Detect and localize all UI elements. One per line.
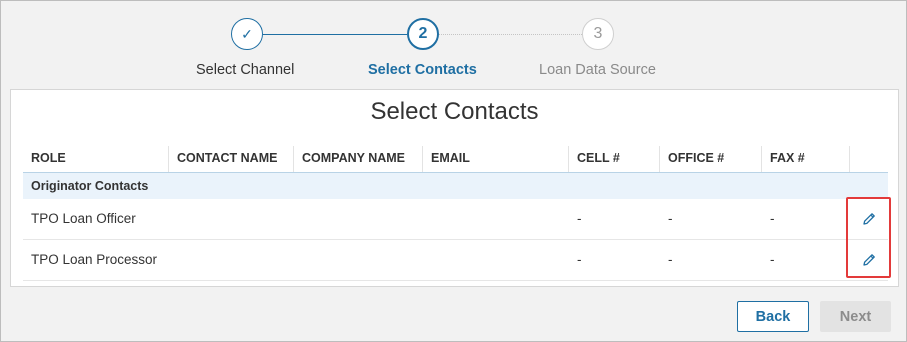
- cell-role: TPO Loan Officer: [31, 211, 136, 226]
- cell-office-number: -: [668, 211, 673, 226]
- next-button[interactable]: Next: [820, 301, 891, 332]
- column-header-company-name[interactable]: COMPANY NAME: [294, 146, 423, 172]
- column-header-role[interactable]: ROLE: [23, 146, 169, 172]
- table-row[interactable]: TPO Loan Officer - - -: [23, 199, 888, 240]
- step-1-check-icon: ✓: [231, 18, 263, 50]
- step-2-label: Select Contacts: [368, 62, 477, 78]
- column-header-fax[interactable]: FAX #: [762, 146, 850, 172]
- step-1-label: Select Channel: [196, 62, 295, 78]
- step-connector-2: [439, 34, 582, 35]
- cell-office-number: -: [668, 252, 673, 267]
- cell-cell-number: -: [577, 211, 582, 226]
- column-header-actions: [850, 146, 888, 172]
- wizard-frame: ✓ 2 3 Select Channel Select Contacts Loa…: [0, 0, 907, 342]
- table-header: ROLE CONTACT NAME COMPANY NAME EMAIL CEL…: [23, 146, 888, 173]
- step-connector-1: [263, 34, 407, 35]
- cell-cell-number: -: [577, 252, 582, 267]
- column-header-cell[interactable]: CELL #: [569, 146, 660, 172]
- contacts-table: ROLE CONTACT NAME COMPANY NAME EMAIL CEL…: [23, 146, 888, 281]
- edit-buttons-highlight: [846, 197, 891, 278]
- cell-fax-number: -: [770, 211, 775, 226]
- back-button[interactable]: Back: [737, 301, 809, 332]
- table-row[interactable]: TPO Loan Processor - - -: [23, 240, 888, 281]
- column-header-contact-name[interactable]: CONTACT NAME: [169, 146, 294, 172]
- contacts-panel: Select Contacts ROLE CONTACT NAME COMPAN…: [10, 89, 899, 287]
- cell-role: TPO Loan Processor: [31, 252, 158, 267]
- step-3-label: Loan Data Source: [539, 62, 656, 78]
- group-row-originator-contacts: Originator Contacts: [23, 173, 888, 199]
- cell-fax-number: -: [770, 252, 775, 267]
- step-3-circle: 3: [582, 18, 614, 50]
- panel-title: Select Contacts: [370, 98, 539, 125]
- column-header-email[interactable]: EMAIL: [423, 146, 569, 172]
- column-header-office[interactable]: OFFICE #: [660, 146, 762, 172]
- step-2-circle: 2: [407, 18, 439, 50]
